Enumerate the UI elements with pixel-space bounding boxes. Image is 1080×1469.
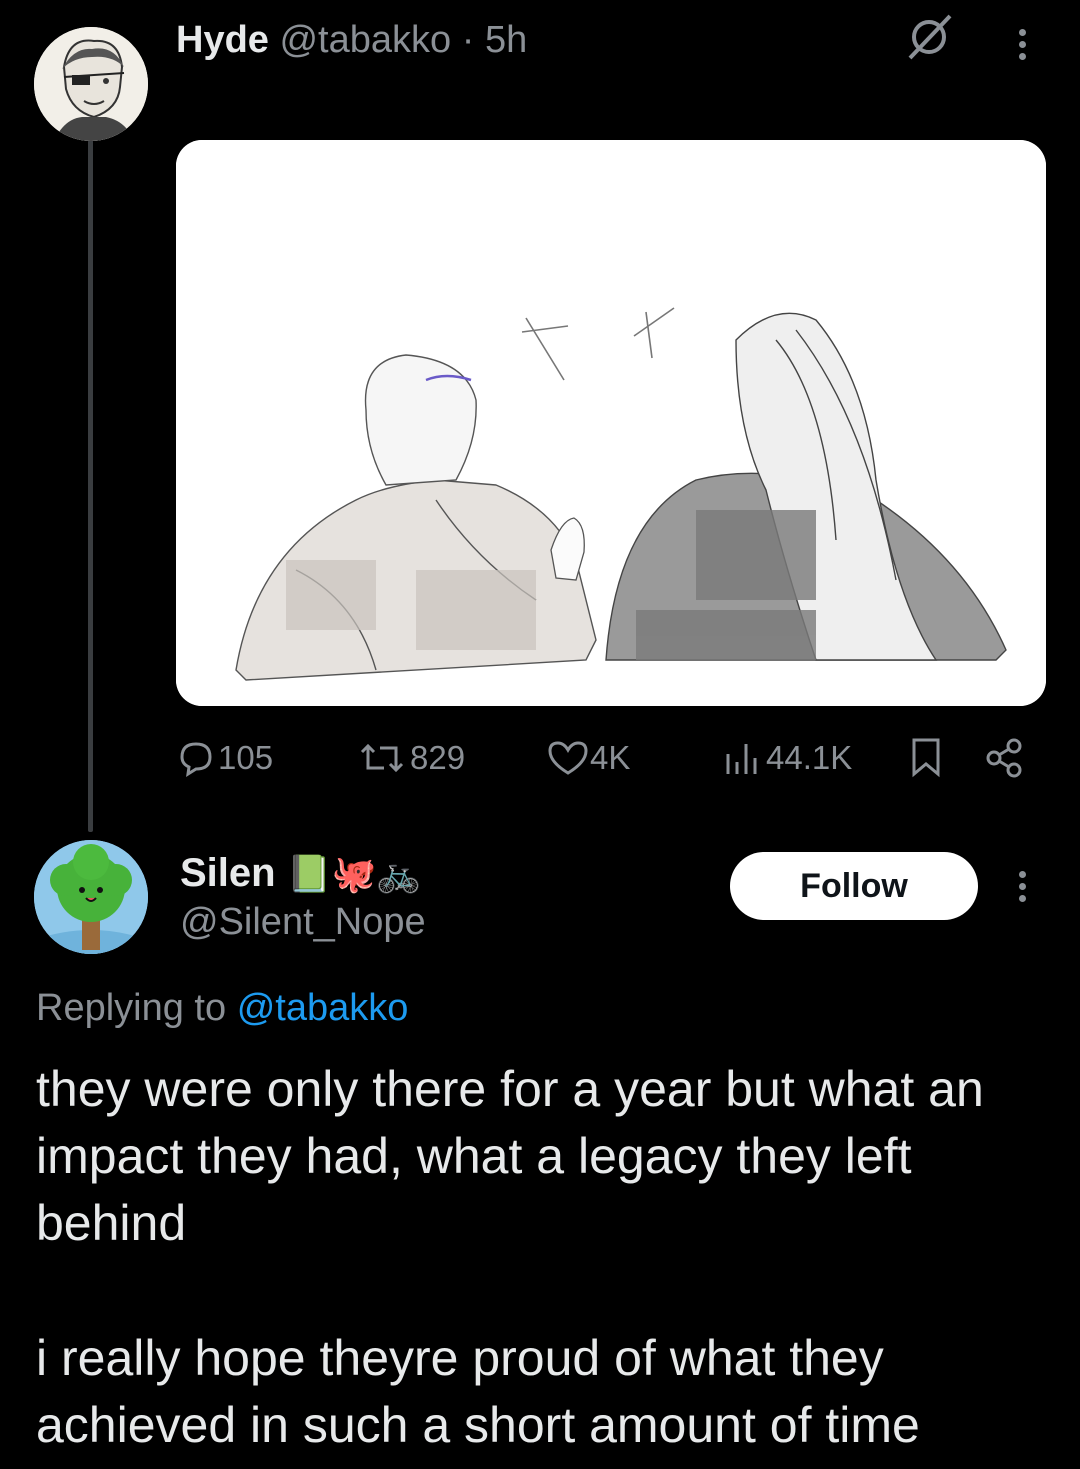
views-action[interactable]: 44.1K <box>722 736 852 780</box>
replying-to: Replying to @tabakko <box>36 984 408 1032</box>
share-action[interactable] <box>982 736 1026 780</box>
tweet-time[interactable]: 5h <box>485 19 527 61</box>
reply-author-handle[interactable]: @Silent_Nope <box>180 898 426 946</box>
reply-paragraph-2: i really hope theyre proud of what they … <box>36 1330 920 1453</box>
views-count: 44.1K <box>766 739 853 776</box>
reply-more-icon[interactable] <box>1019 866 1027 907</box>
follow-button[interactable]: Follow <box>730 852 978 920</box>
tweet-image[interactable] <box>176 140 1046 706</box>
share-icon <box>986 738 1022 778</box>
like-icon <box>548 741 588 775</box>
reply-author-emojis: 📗🐙🚲 <box>286 853 422 894</box>
thread-connector-line <box>88 140 93 832</box>
bookmark-action[interactable] <box>906 736 946 780</box>
reply-paragraph-1: they were only there for a year but what… <box>36 1061 984 1251</box>
like-count: 4K <box>590 739 631 776</box>
tweet-header: Hyde @tabakko · 5h <box>176 16 527 64</box>
like-action[interactable]: 4K <box>546 736 630 780</box>
replying-prefix: Replying to <box>36 987 227 1029</box>
reply-action[interactable]: 105 <box>176 736 273 780</box>
replying-handle-link[interactable]: @tabakko <box>237 987 409 1029</box>
bookmark-icon <box>912 738 940 778</box>
reply-icon <box>180 742 212 777</box>
repost-icon <box>360 743 404 773</box>
views-icon <box>726 744 757 774</box>
more-icon[interactable] <box>1019 24 1027 65</box>
header-separator: · <box>461 19 475 61</box>
repost-count: 829 <box>410 739 466 776</box>
grok-icon[interactable] <box>904 12 954 62</box>
reply-count: 105 <box>218 739 274 776</box>
author-handle[interactable]: @tabakko <box>279 19 451 61</box>
reply-author-name[interactable]: Silen <box>180 851 276 895</box>
repost-action[interactable]: 829 <box>354 736 465 780</box>
silen-avatar[interactable] <box>34 840 148 954</box>
author-name[interactable]: Hyde <box>176 19 269 61</box>
reply-author-line: Silen 📗🐙🚲 <box>180 848 421 899</box>
hyde-avatar[interactable] <box>34 27 148 141</box>
